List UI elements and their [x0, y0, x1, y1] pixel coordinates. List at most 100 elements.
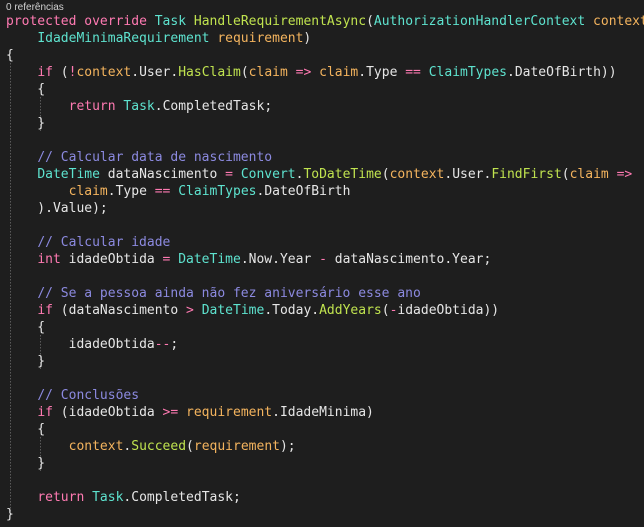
punctuation-token: ).	[6, 201, 53, 216]
punctuation-token: (	[240, 65, 249, 80]
punctuation-token	[6, 235, 37, 250]
code-line[interactable]: }	[6, 115, 644, 132]
type-token: ClaimTypes	[178, 184, 257, 199]
punctuation-token	[6, 167, 37, 182]
code-body[interactable]: protected override Task HandleRequiremen…	[6, 13, 644, 523]
keyword-token: protected	[6, 14, 77, 29]
property-token: Year	[452, 252, 484, 267]
parameter-token: context	[76, 65, 132, 80]
type-token: Task	[92, 490, 124, 505]
code-line[interactable]: // Conclusões	[6, 387, 644, 404]
code-line[interactable]: }	[6, 506, 644, 523]
keyword-token: return	[37, 490, 85, 505]
variable-token: idadeObtida	[397, 303, 484, 318]
code-line[interactable]: if (idadeObtida >= requirement.IdadeMini…	[6, 404, 644, 421]
code-line[interactable]: {	[6, 319, 644, 336]
punctuation-token: .	[272, 252, 280, 267]
code-editor[interactable]: 0 referências protected override Task Ha…	[0, 0, 644, 527]
punctuation-token	[585, 14, 593, 29]
operator-token: --	[154, 337, 171, 352]
punctuation-token: (	[381, 167, 390, 182]
punctuation-token: (	[561, 167, 570, 182]
code-line[interactable]	[6, 132, 644, 149]
punctuation-token: .	[240, 252, 249, 267]
type-token: IdadeMinimaRequirement	[37, 31, 210, 46]
punctuation-token	[6, 337, 69, 352]
code-line[interactable]: claim.Type == ClaimTypes.DateOfBirth	[6, 183, 644, 200]
property-token: CompletedTask	[131, 490, 233, 505]
operator-token: >=	[162, 405, 179, 420]
punctuation-token: {	[6, 82, 46, 97]
parameter-token: claim	[248, 65, 288, 80]
property-token: IdadeMinima	[279, 405, 367, 420]
property-token: User	[139, 65, 171, 80]
code-line[interactable]: int idadeObtida = DateTime.Now.Year - da…	[6, 251, 644, 268]
punctuation-token	[233, 167, 241, 182]
variable-token: idadeObtida	[68, 252, 155, 267]
code-line[interactable]: {	[6, 81, 644, 98]
code-line[interactable]	[6, 268, 644, 285]
punctuation-token	[6, 31, 37, 46]
code-line[interactable]: {	[6, 47, 644, 64]
variable-token: dataNascimento	[107, 167, 218, 182]
code-line[interactable]: ).Value);	[6, 200, 644, 217]
punctuation-token: (	[52, 303, 69, 318]
code-line[interactable]: }	[6, 353, 644, 370]
punctuation-token	[6, 490, 37, 505]
code-line[interactable]: DateTime dataNascimento = Convert. ToDate…	[6, 166, 644, 183]
operator-token: >	[186, 303, 194, 318]
type-token: DateTime	[201, 303, 265, 318]
property-token: User	[452, 167, 484, 182]
punctuation-token: ;	[233, 490, 241, 505]
parameter-token: claim	[68, 184, 108, 199]
parameter-token: requirement	[193, 439, 280, 454]
parameter-token: context	[389, 167, 445, 182]
parameter-token: context	[593, 14, 644, 29]
punctuation-token: (	[52, 65, 69, 80]
operator-token: ==	[154, 184, 171, 199]
punctuation-token: .	[444, 252, 453, 267]
operator-token: -	[319, 252, 327, 267]
code-line[interactable]: IdadeMinimaRequirement requirement)	[6, 30, 644, 47]
punctuation-token: ;	[483, 252, 492, 267]
keyword-token: int	[37, 252, 61, 267]
code-line[interactable]: return Task.CompletedTask;	[6, 489, 644, 506]
code-line[interactable]: if (!context.User.HasClaim(claim => clai…	[6, 64, 644, 81]
type-token: DateTime	[178, 252, 241, 267]
code-line[interactable]: }	[6, 455, 644, 472]
code-line[interactable]	[6, 217, 644, 234]
code-line[interactable]: {	[6, 421, 644, 438]
variable-token: idadeObtida	[68, 337, 155, 352]
property-token: Type	[115, 184, 147, 199]
punctuation-token	[6, 65, 37, 80]
code-line[interactable]: // Se a pessoa ainda não fez aniversário…	[6, 285, 644, 302]
property-token: CompletedTask	[162, 99, 265, 114]
punctuation-token	[6, 388, 37, 403]
punctuation-token: ))	[483, 303, 500, 318]
punctuation-token: )	[303, 31, 312, 46]
punctuation-token: .	[107, 184, 116, 199]
code-line[interactable]: return Task.CompletedTask;	[6, 98, 644, 115]
punctuation-token: .	[311, 303, 320, 318]
property-token: Today	[272, 303, 312, 318]
punctuation-token	[6, 184, 69, 199]
code-line[interactable]: idadeObtida--;	[6, 336, 644, 353]
punctuation-token: );	[279, 439, 296, 454]
code-line[interactable]: protected override Task HandleRequiremen…	[6, 13, 644, 30]
method-token: AddYears	[319, 303, 382, 318]
code-line[interactable]	[6, 472, 644, 489]
code-line[interactable]: // Calcular data de nascimento	[6, 149, 644, 166]
parameter-token: requirement	[217, 31, 304, 46]
punctuation-token	[186, 14, 194, 29]
parameter-token: claim	[319, 65, 359, 80]
code-line[interactable]	[6, 370, 644, 387]
punctuation-token	[421, 65, 429, 80]
punctuation-token	[6, 252, 37, 267]
code-line[interactable]: context.Succeed(requirement);	[6, 438, 644, 455]
punctuation-token	[6, 150, 37, 165]
method-token: HandleRequirementAsync	[193, 14, 367, 29]
code-line[interactable]: // Calcular idade	[6, 234, 644, 251]
code-line[interactable]: if (dataNascimento > DateTime.Today.AddY…	[6, 302, 644, 319]
punctuation-token	[217, 167, 225, 182]
punctuation-token	[178, 405, 186, 420]
